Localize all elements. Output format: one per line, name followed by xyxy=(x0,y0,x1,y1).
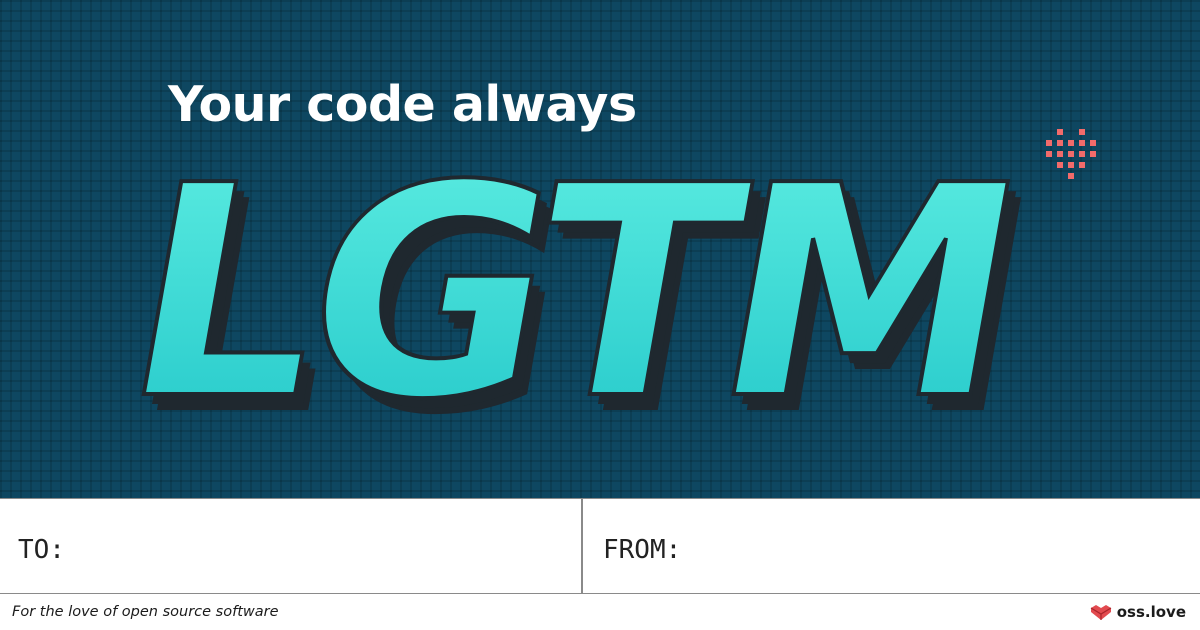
headline: Your code always xyxy=(168,76,637,133)
brand[interactable]: oss.love xyxy=(1090,603,1186,621)
footer: For the love of open source software oss… xyxy=(0,594,1200,630)
from-field[interactable]: FROM: xyxy=(583,499,1200,593)
lgtm-face: LGTM xyxy=(105,124,1035,463)
brand-name: oss.love xyxy=(1116,603,1186,621)
box-heart-logo-icon xyxy=(1090,605,1112,620)
to-label: TO: xyxy=(18,535,65,565)
to-from-card: TO: FROM: xyxy=(0,498,1200,594)
lgtm-wordmark: LGTM LGTM LGTM xyxy=(103,122,1080,479)
from-label: FROM: xyxy=(603,535,682,565)
tagline: For the love of open source software xyxy=(12,604,279,620)
to-field[interactable]: TO: xyxy=(0,499,583,593)
hero-banner: Your code always LGTM LGTM LGTM xyxy=(0,0,1200,498)
